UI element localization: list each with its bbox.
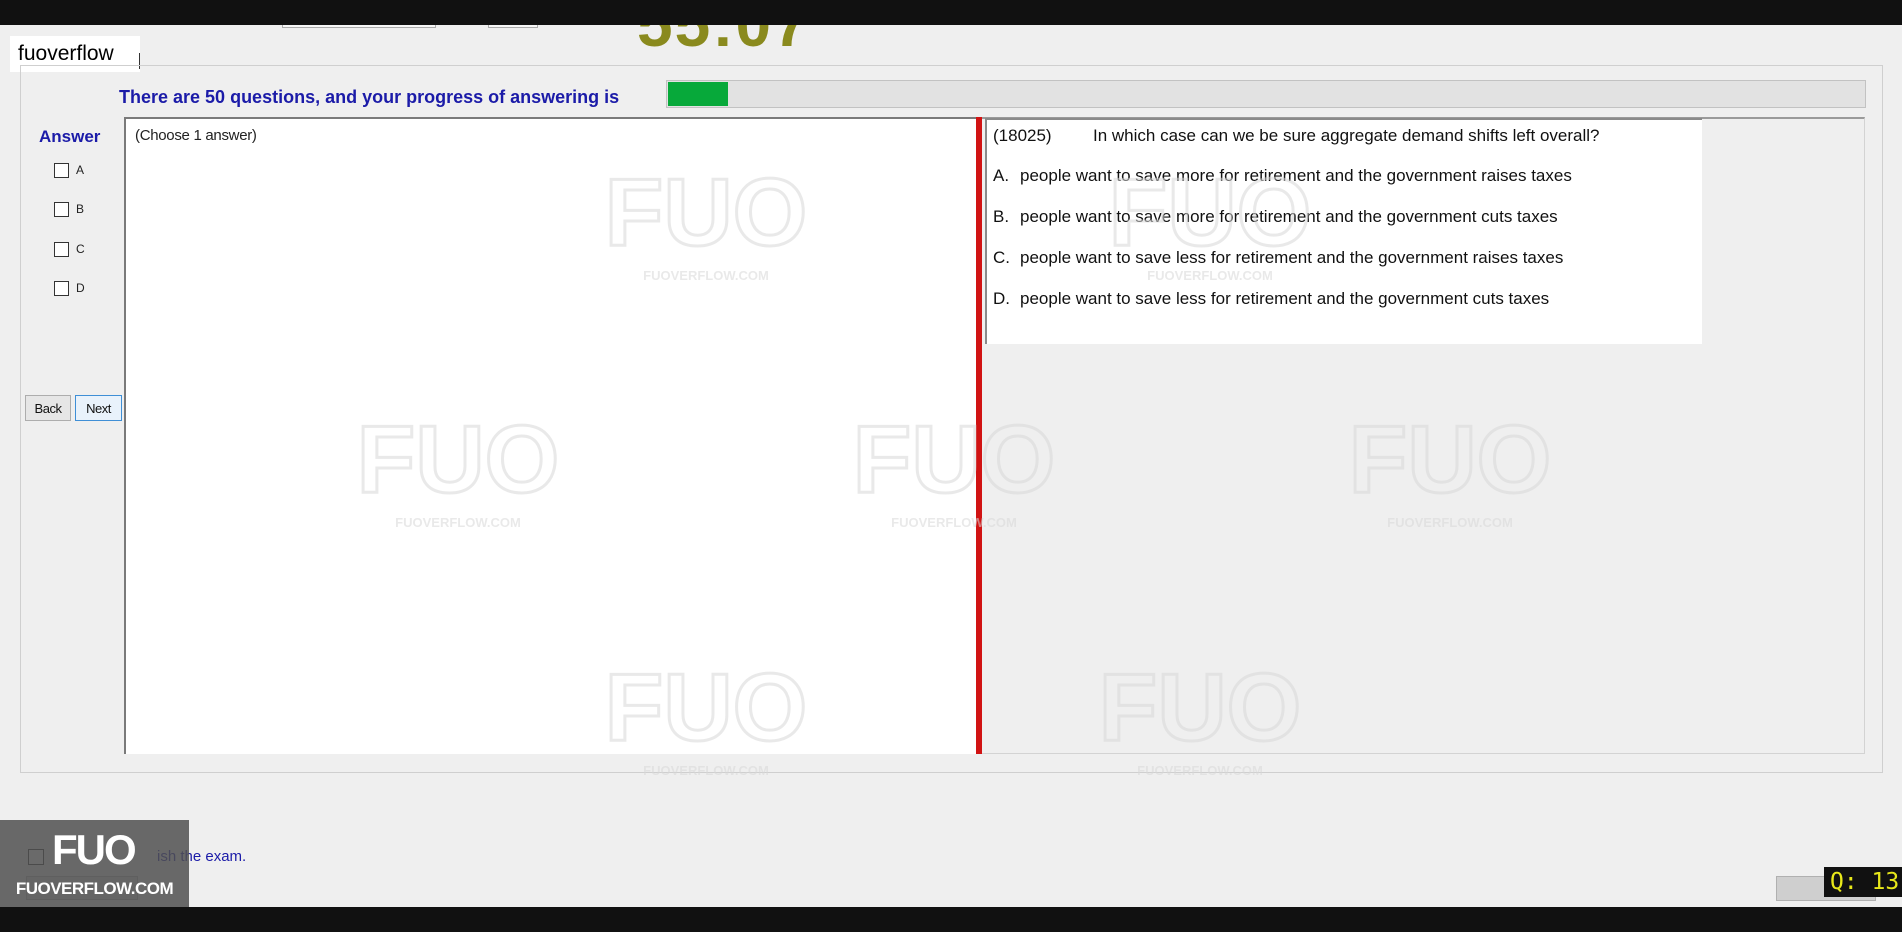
answer-checkbox-b[interactable] xyxy=(54,201,69,217)
watermark-logo: FUO FUOVERFLOW.COM xyxy=(596,653,816,785)
top-small-field[interactable] xyxy=(488,25,538,28)
svg-text:FUOVERFLOW.COM: FUOVERFLOW.COM xyxy=(395,515,521,530)
bottom-letterbox xyxy=(0,907,1902,932)
watermark-logo: FUO FUOVERFLOW.COM xyxy=(1090,653,1310,785)
exam-timer: 55:07 xyxy=(637,25,811,61)
choice-letter: B. xyxy=(993,207,1010,226)
question-id: (18025) xyxy=(993,126,1052,145)
svg-text:FUO: FUO xyxy=(1109,160,1312,266)
watermark-logo: FUO FUOVERFLOW.COM xyxy=(1340,405,1560,537)
answer-option-b[interactable]: B xyxy=(54,200,84,218)
svg-text:FUOVERFLOW.COM: FUOVERFLOW.COM xyxy=(1387,515,1513,530)
svg-text:FUOVERFLOW.COM: FUOVERFLOW.COM xyxy=(643,763,769,778)
svg-text:FUO: FUO xyxy=(1349,407,1552,513)
answer-option-d[interactable]: D xyxy=(54,279,85,297)
answer-checkbox-c[interactable] xyxy=(54,241,69,257)
svg-text:FUO: FUO xyxy=(605,655,808,761)
answer-checkbox-a[interactable] xyxy=(54,162,69,178)
watermark-logo: FUO FUOVERFLOW.COM xyxy=(596,158,816,290)
answer-option-label: C xyxy=(76,242,85,256)
svg-text:FUOVERFLOW.COM: FUOVERFLOW.COM xyxy=(891,515,1017,530)
question-choice-d: D. people want to save less for retiremen… xyxy=(993,289,1549,309)
fuoverflow-logo: FUO FUOVERFLOW.COM xyxy=(0,820,189,907)
choice-text: people want to save less for retirement … xyxy=(1020,289,1550,308)
svg-text:FUO: FUO xyxy=(1099,655,1302,761)
answer-checkbox-d[interactable] xyxy=(54,280,69,296)
answer-option-a[interactable]: A xyxy=(54,161,84,179)
svg-text:FUOVERFLOW.COM: FUOVERFLOW.COM xyxy=(643,268,769,283)
choice-letter: D. xyxy=(993,289,1010,308)
top-dropdown[interactable] xyxy=(282,25,436,28)
answer-option-label: D xyxy=(76,281,85,295)
choose-instruction: (Choose 1 answer) xyxy=(135,127,257,144)
answer-option-label: B xyxy=(76,202,85,216)
svg-text:FUO: FUO xyxy=(605,160,808,266)
question-box: (18025) In which case can we be sure aggr… xyxy=(985,118,1702,344)
progress-label: There are 50 questions, and your progres… xyxy=(119,87,620,107)
progress-bar-fill xyxy=(668,82,728,106)
answer-title: Answer xyxy=(39,127,101,146)
progress-bar xyxy=(666,80,1866,108)
top-letterbox xyxy=(0,0,1902,25)
question-text: In which case can we be sure aggregate d… xyxy=(1093,126,1600,145)
watermark-logo: FUO FUOVERFLOW.COM xyxy=(1100,158,1320,290)
answer-option-c[interactable]: C xyxy=(54,240,85,258)
question-line: (18025) In which case can we be sure aggr… xyxy=(993,126,1600,146)
exam-window: 55:07 fuoverflow There are 50 questions,… xyxy=(0,25,1902,907)
answer-option-label: A xyxy=(76,163,85,177)
question-counter: Q: 13 xyxy=(1824,867,1902,897)
svg-text:FUO: FUO xyxy=(357,407,560,513)
svg-text:FUO: FUO xyxy=(853,407,1056,513)
choice-letter: A. xyxy=(993,166,1010,185)
logo-text: FUOVERFLOW.COM xyxy=(15,879,174,898)
choice-letter: C. xyxy=(993,248,1010,267)
watermark-logo: FUO FUOVERFLOW.COM xyxy=(844,405,1064,537)
logo-mark: FUO xyxy=(52,826,137,873)
svg-text:FUOVERFLOW.COM: FUOVERFLOW.COM xyxy=(1137,763,1263,778)
back-button[interactable]: Back xyxy=(25,395,71,421)
svg-text:FUOVERFLOW.COM: FUOVERFLOW.COM xyxy=(1147,268,1273,283)
next-button[interactable]: Next xyxy=(75,395,122,421)
watermark-logo: FUO FUOVERFLOW.COM xyxy=(348,405,568,537)
